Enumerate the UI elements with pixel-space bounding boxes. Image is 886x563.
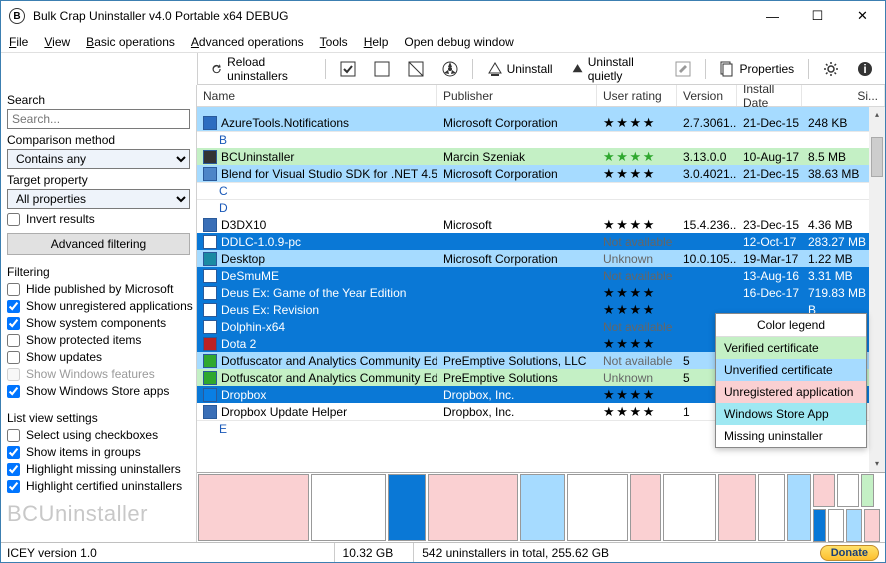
rows-container: AzureTools.NotificationsMicrosoft Corpor… [197, 107, 885, 472]
modify-button[interactable] [671, 59, 695, 79]
group-header[interactable]: D [197, 199, 885, 216]
settings-button[interactable] [819, 59, 843, 79]
menu-tools[interactable]: Tools [320, 35, 348, 49]
color-legend: Color legend Verified certificate Unveri… [715, 313, 867, 448]
filter-prot[interactable]: Show protected items [7, 333, 190, 347]
lv-groups[interactable]: Show items in groups [7, 445, 190, 459]
properties-label: Properties [739, 62, 794, 76]
menu-view[interactable]: View [44, 35, 70, 49]
group-header[interactable]: B [197, 131, 885, 148]
maximize-button[interactable]: ☐ [795, 1, 840, 31]
uninstall-button[interactable]: Uninstall [483, 59, 557, 79]
target-label: Target property [7, 173, 190, 187]
group-header[interactable]: C [197, 182, 885, 199]
legend-store: Windows Store App [716, 403, 866, 425]
column-header: Name Publisher User rating Version Insta… [197, 85, 885, 107]
statusbar: ICEY version 1.0 10.32 GB 542 uninstalle… [1, 542, 885, 562]
filtering-title: Filtering [7, 265, 190, 279]
status-mid: 10.32 GB [334, 543, 402, 562]
advanced-filter-button[interactable]: Advanced filtering [7, 233, 190, 255]
donate-button[interactable]: Donate [820, 545, 879, 561]
legend-verified: Verified certificate [716, 337, 866, 359]
titlebar: B Bulk Crap Uninstaller v4.0 Portable x6… [1, 1, 885, 31]
filter-hide-ms[interactable]: Hide published by Microsoft [7, 282, 190, 296]
target-select[interactable]: All properties [7, 189, 190, 209]
uncheck-all-button[interactable] [370, 59, 394, 79]
minimize-button[interactable]: — [750, 1, 795, 31]
treemap[interactable] [197, 472, 885, 542]
col-rating[interactable]: User rating [597, 85, 677, 106]
filter-unreg[interactable]: Show unregistered applications [7, 299, 190, 313]
col-version[interactable]: Version [677, 85, 737, 106]
reload-label: Reload uninstallers [227, 55, 311, 83]
legend-missing: Missing uninstaller [716, 425, 866, 447]
compare-label: Comparison method [7, 133, 190, 147]
invert-check[interactable]: Invert results [7, 212, 190, 226]
check-all-button[interactable] [336, 59, 360, 79]
table-row[interactable]: D3DX10Microsoft★ ★ ★ ★15.4.236...23-Dec-… [197, 216, 885, 233]
listview-title: List view settings [7, 411, 190, 425]
table-row[interactable]: BCUninstallerMarcin Szeniak★ ★ ★ ★3.13.0… [197, 148, 885, 165]
window-title: Bulk Crap Uninstaller v4.0 Portable x64 … [33, 9, 750, 23]
search-title: Search [7, 93, 190, 107]
compare-select[interactable]: Contains any [7, 149, 190, 169]
col-publisher[interactable]: Publisher [437, 85, 597, 106]
menu-debug[interactable]: Open debug window [404, 35, 513, 49]
close-button[interactable]: ✕ [840, 1, 885, 31]
menu-basic[interactable]: Basic operations [86, 35, 175, 49]
list-area: Name Publisher User rating Version Insta… [197, 85, 885, 542]
col-size[interactable]: Si... [802, 85, 885, 106]
invert-check-button[interactable] [404, 59, 428, 79]
nuke-button[interactable] [438, 59, 462, 79]
toolbar: Reload uninstallers Uninstall Uninstall … [197, 53, 885, 85]
menubar: File View Basic operations Advanced oper… [1, 31, 885, 53]
legend-unverified: Unverified certificate [716, 359, 866, 381]
uninstall-label: Uninstall [507, 62, 553, 76]
scrollbar[interactable] [869, 107, 885, 472]
filter-upd[interactable]: Show updates [7, 350, 190, 364]
lv-checks[interactable]: Select using checkboxes [7, 428, 190, 442]
lv-missing[interactable]: Highlight missing uninstallers [7, 462, 190, 476]
uninstall-quiet-label: Uninstall quietly [588, 55, 657, 83]
col-name[interactable]: Name [197, 85, 437, 106]
filter-sys[interactable]: Show system components [7, 316, 190, 330]
status-right: 542 uninstallers in total, 255.62 GB [413, 543, 807, 562]
reload-button[interactable]: Reload uninstallers [206, 53, 315, 85]
table-row[interactable]: AzureTools.NotificationsMicrosoft Corpor… [197, 114, 885, 131]
legend-title: Color legend [716, 314, 866, 337]
col-install[interactable]: Install Date [737, 85, 802, 106]
table-row[interactable]: Blend for Visual Studio SDK for .NET 4.5… [197, 165, 885, 182]
status-left: ICEY version 1.0 [7, 546, 322, 560]
search-input[interactable] [7, 109, 190, 129]
menu-advanced[interactable]: Advanced operations [191, 35, 304, 49]
filter-winfeat: Show Windows features [7, 367, 190, 381]
table-row[interactable]: DDLC-1.0.9-pcNot available12-Oct-17283.2… [197, 233, 885, 250]
properties-button[interactable]: Properties [715, 59, 798, 79]
table-row[interactable]: Deus Ex: Game of the Year Edition★ ★ ★ ★… [197, 284, 885, 301]
table-row[interactable]: DesktopMicrosoft CorporationUnknown10.0.… [197, 250, 885, 267]
menu-help[interactable]: Help [364, 35, 389, 49]
app-icon: B [9, 8, 25, 24]
menu-file[interactable]: File [9, 35, 28, 49]
svg-text:i: i [863, 62, 866, 76]
watermark: BCUninstaller [7, 501, 190, 527]
filter-store[interactable]: Show Windows Store apps [7, 384, 190, 398]
legend-unreg: Unregistered application [716, 381, 866, 403]
lv-cert[interactable]: Highlight certified uninstallers [7, 479, 190, 493]
about-button[interactable]: i [853, 59, 877, 79]
uninstall-quiet-button[interactable]: Uninstall quietly [567, 53, 661, 85]
table-row[interactable]: DeSmuMENot available13-Aug-163.31 MB [197, 267, 885, 284]
sidebar: Search Comparison method Contains any Ta… [1, 85, 197, 542]
